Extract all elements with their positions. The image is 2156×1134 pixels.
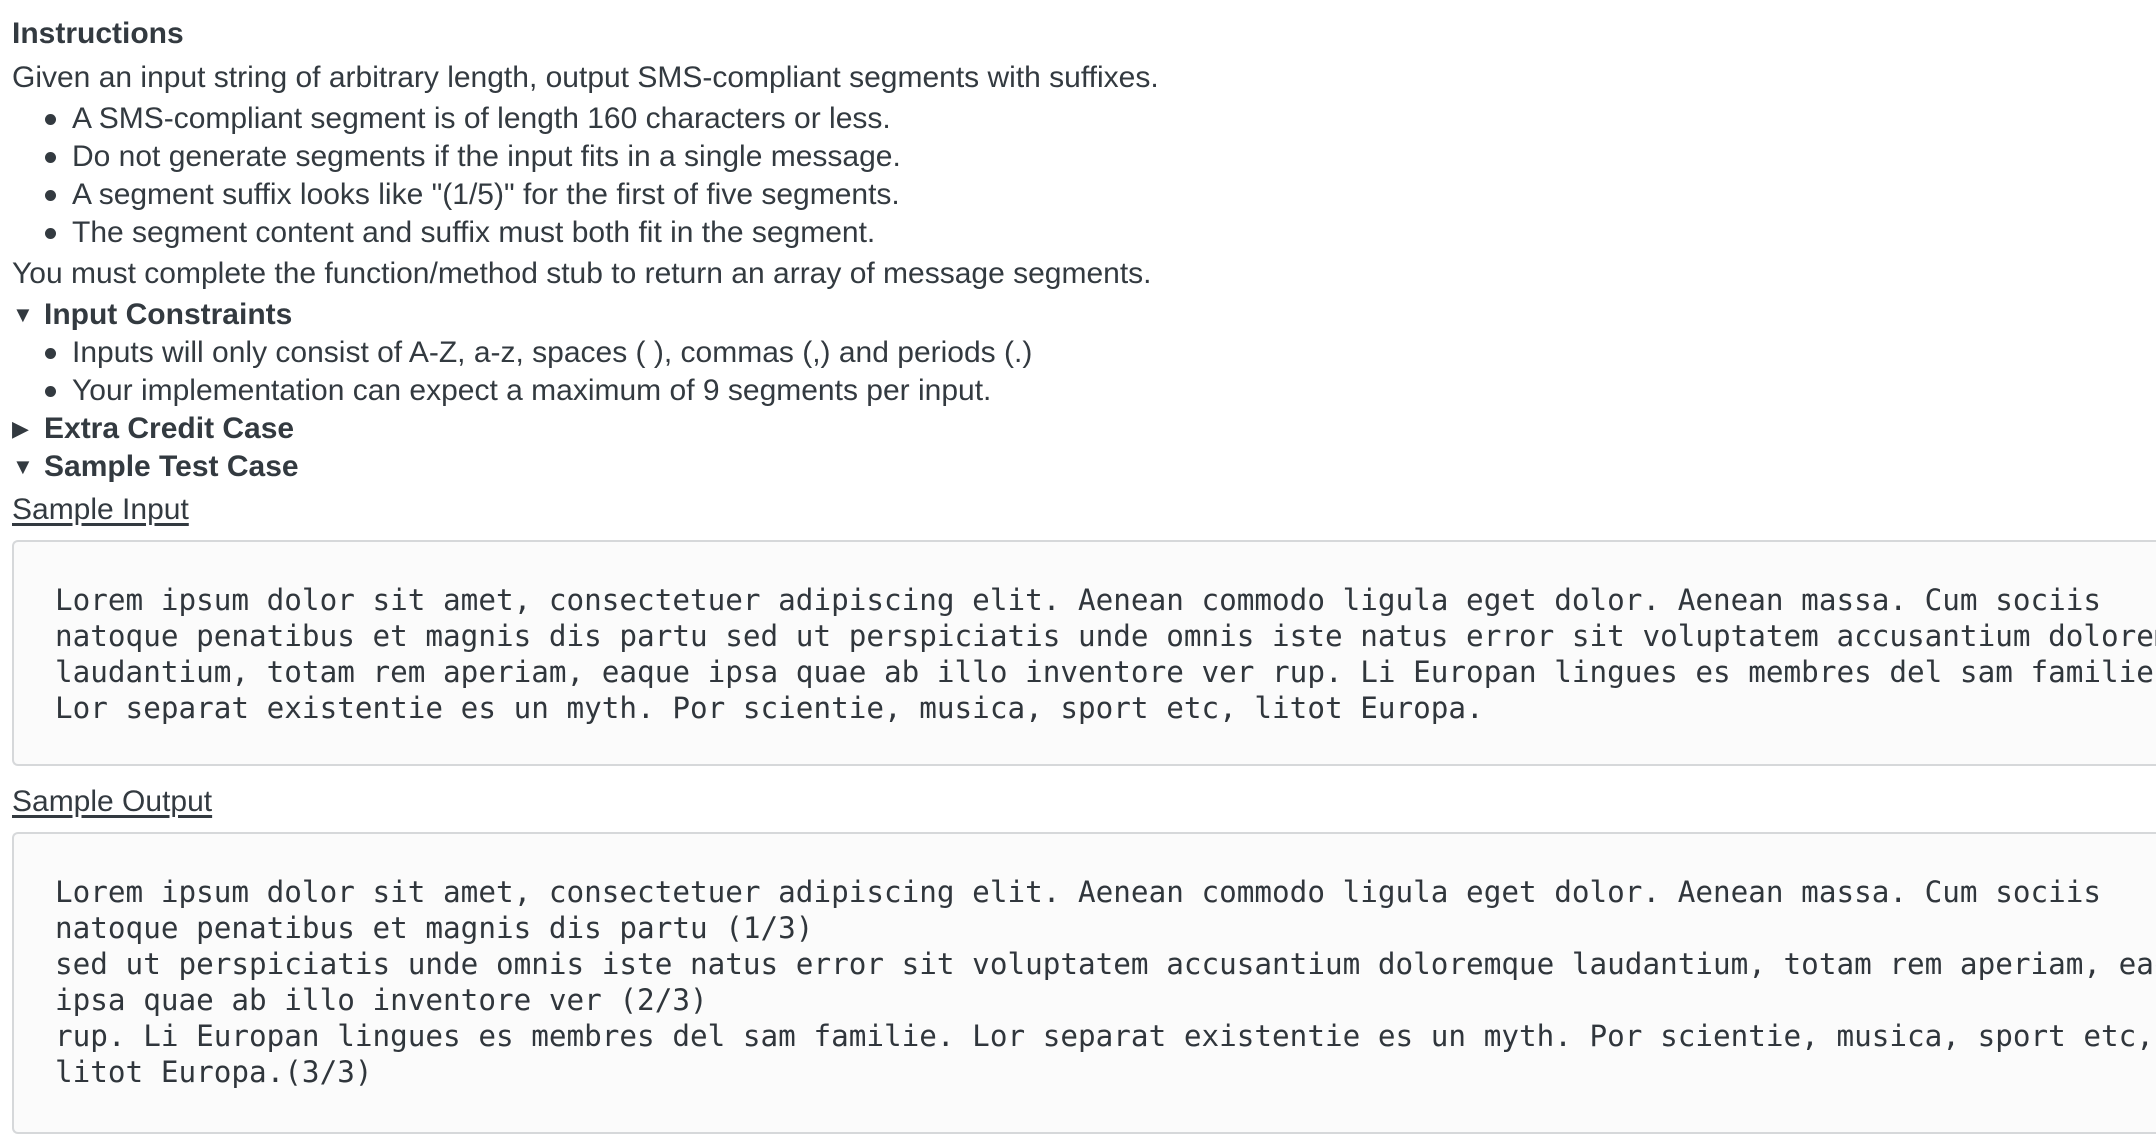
- sample-output-label: Sample Output: [12, 785, 213, 818]
- list-item: A segment suffix looks like "(1/5)" for …: [45, 176, 2156, 214]
- collapsed-triangle-icon: ▶: [12, 416, 29, 441]
- instructions-heading: Instructions: [12, 17, 184, 50]
- sample-output-text: Lorem ipsum dolor sit amet, consectetuer…: [55, 875, 2156, 1089]
- input-constraints-label: Input Constraints: [44, 298, 293, 331]
- extra-credit-toggle[interactable]: ▶ Extra Credit Case: [12, 410, 2156, 448]
- sample-test-toggle[interactable]: ▼ Sample Test Case: [12, 448, 2156, 486]
- input-constraints-toggle[interactable]: ▼ Input Constraints: [12, 296, 2156, 334]
- sample-input-box: Lorem ipsum dolor sit amet, consectetuer…: [12, 540, 2156, 766]
- list-item: The segment content and suffix must both…: [45, 214, 2156, 252]
- extra-credit-label: Extra Credit Case: [44, 412, 295, 445]
- instructions-intro: Given an input string of arbitrary lengt…: [12, 61, 1159, 94]
- input-constraints-list: Inputs will only consist of A-Z, a-z, sp…: [12, 334, 2156, 410]
- sample-output-box: Lorem ipsum dolor sit amet, consectetuer…: [12, 832, 2156, 1134]
- list-item: Your implementation can expect a maximum…: [45, 372, 2156, 410]
- sample-input-label: Sample Input: [12, 493, 189, 526]
- problem-page: Instructions Given an input string of ar…: [0, 0, 2156, 1134]
- sample-input-text: Lorem ipsum dolor sit amet, consectetuer…: [55, 583, 2156, 725]
- list-item: A SMS-compliant segment is of length 160…: [45, 100, 2156, 138]
- list-item: Inputs will only consist of A-Z, a-z, sp…: [45, 334, 2156, 372]
- instructions-list: A SMS-compliant segment is of length 160…: [12, 100, 2156, 252]
- sample-test-label: Sample Test Case: [44, 450, 299, 483]
- expanded-triangle-icon: ▼: [12, 454, 34, 479]
- instructions-closing: You must complete the function/method st…: [12, 257, 1152, 290]
- list-item: Do not generate segments if the input fi…: [45, 138, 2156, 176]
- expanded-triangle-icon: ▼: [12, 302, 34, 327]
